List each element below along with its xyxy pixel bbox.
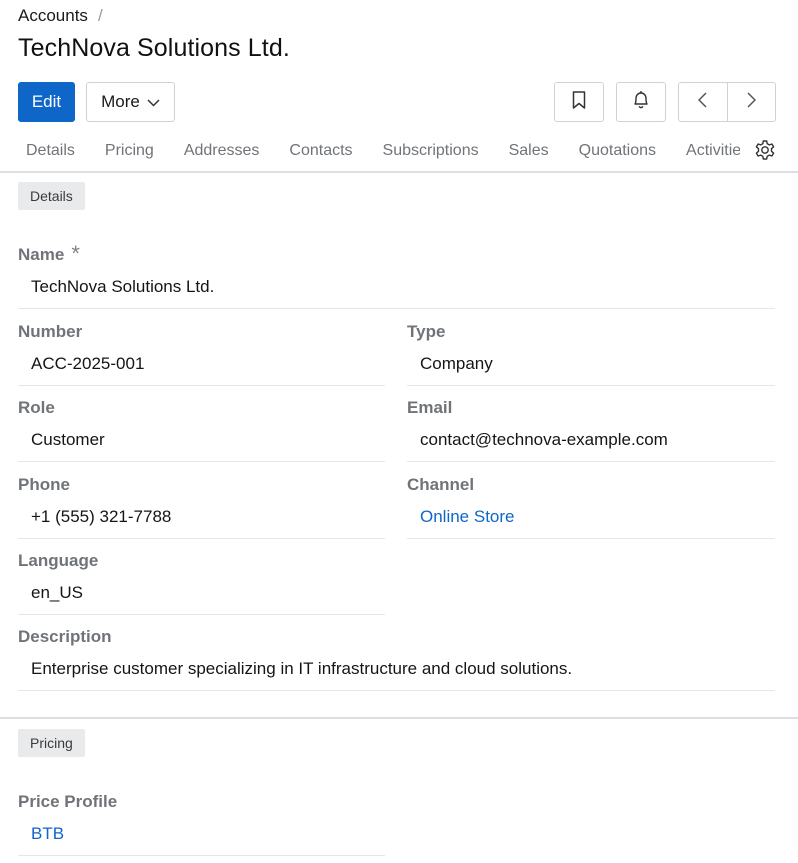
field-label: Email <box>407 398 453 417</box>
tab-details[interactable]: Details <box>12 130 89 171</box>
tab-contacts[interactable]: Contacts <box>275 130 366 171</box>
field-label: Price Profile <box>18 792 118 811</box>
field-label: Description <box>18 627 112 646</box>
field-value: contact@technova-example.com <box>407 430 775 462</box>
tab-pricing[interactable]: Pricing <box>91 130 168 171</box>
field-label: Number <box>18 322 83 341</box>
edit-button[interactable]: Edit <box>18 82 75 122</box>
chevron-left-icon <box>698 91 707 113</box>
breadcrumb: Accounts / <box>18 6 103 26</box>
chevron-right-icon <box>747 91 756 113</box>
tab-subscriptions[interactable]: Subscriptions <box>369 130 493 171</box>
breadcrumb-separator: / <box>97 6 103 25</box>
field-role: Role Customer <box>18 398 385 462</box>
field-phone: Phone +1 (555) 321-7788 <box>18 475 385 539</box>
field-value: Customer <box>18 430 385 462</box>
field-number: Number ACC-2025-001 <box>18 322 385 386</box>
next-record-button[interactable] <box>726 83 776 121</box>
field-value: en_US <box>18 583 385 615</box>
channel-link[interactable]: Online Store <box>407 507 775 539</box>
bell-icon <box>632 90 650 114</box>
section-label-details: Details <box>18 182 85 210</box>
section-divider <box>0 717 798 719</box>
tab-list: Details Pricing Addresses Contacts Subscript… <box>12 130 740 171</box>
tab-addresses[interactable]: Addresses <box>170 130 274 171</box>
field-name: Name * TechNova Solutions Ltd. <box>18 241 775 309</box>
field-label-text: Name <box>18 245 65 264</box>
field-language: Language en_US <box>18 551 385 615</box>
field-value: +1 (555) 321-7788 <box>18 507 385 539</box>
section-label-pricing: Pricing <box>18 729 85 757</box>
more-button-label: More <box>101 92 140 111</box>
price-profile-link[interactable]: BTB <box>18 824 385 856</box>
page-title: TechNova Solutions Ltd. <box>18 34 290 62</box>
field-label: Language <box>18 551 99 570</box>
tab-settings-button[interactable] <box>752 139 778 166</box>
field-email: Email contact@technova-example.com <box>407 398 775 462</box>
chevron-down-icon <box>147 92 160 112</box>
field-label: Name * <box>18 241 775 269</box>
field-value: Enterprise customer specializing in IT i… <box>18 659 775 691</box>
tab-sales[interactable]: Sales <box>495 130 563 171</box>
previous-record-button[interactable] <box>679 83 727 121</box>
tab-activities[interactable]: Activities <box>672 130 740 171</box>
field-value: ACC-2025-001 <box>18 354 385 386</box>
tab-quotations[interactable]: Quotations <box>565 130 670 171</box>
field-label: Type <box>407 322 446 341</box>
field-price-profile: Price Profile BTB <box>18 792 385 856</box>
field-channel: Channel Online Store <box>407 475 775 539</box>
field-type: Type Company <box>407 322 775 386</box>
notifications-button[interactable] <box>616 82 666 122</box>
field-label: Channel <box>407 475 475 494</box>
field-value: TechNova Solutions Ltd. <box>18 277 775 309</box>
gear-icon <box>754 139 776 166</box>
tab-bar: Details Pricing Addresses Contacts Subscript… <box>0 130 798 173</box>
bookmark-button[interactable] <box>554 82 604 122</box>
required-indicator: * <box>71 241 80 266</box>
field-label: Phone <box>18 475 70 494</box>
field-description: Description Enterprise customer speciali… <box>18 627 775 691</box>
field-label: Role <box>18 398 55 417</box>
more-button[interactable]: More <box>86 82 175 122</box>
field-value: Company <box>407 354 775 386</box>
breadcrumb-accounts-link[interactable]: Accounts <box>18 6 88 26</box>
toolbar: Edit More <box>18 82 776 122</box>
record-navigation <box>678 82 776 122</box>
bookmark-icon <box>572 90 586 114</box>
